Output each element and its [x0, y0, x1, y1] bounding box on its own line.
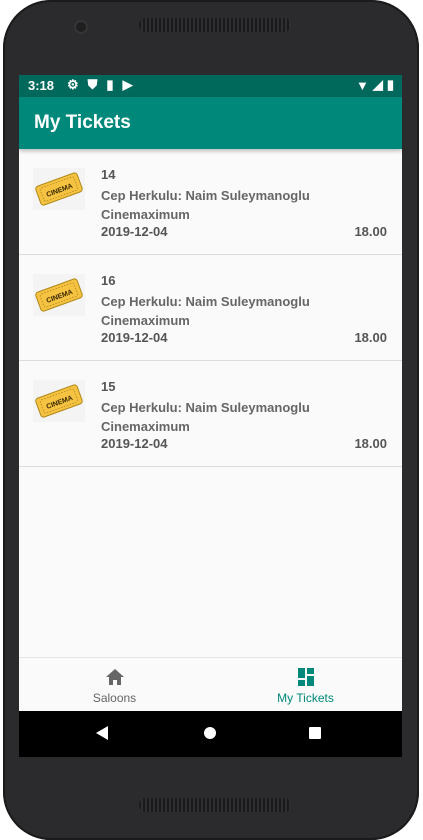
ticket-title: Cep Herkulu: Naim Suleymanoglu Cinemaxim…	[101, 400, 310, 434]
ticket-price: 18.00	[354, 224, 387, 239]
top-speaker	[139, 18, 291, 32]
front-camera	[76, 22, 86, 32]
cinema-ticket-icon: CINEMA	[33, 274, 85, 316]
status-icons-left: ⚙ ⛊ ▮ ▶	[67, 77, 133, 93]
signal-icon: ◢	[372, 77, 383, 92]
bottom-speaker	[139, 798, 291, 812]
ticket-date: 2019-12-04	[101, 224, 168, 239]
dashboard-icon	[297, 668, 314, 686]
home-button-icon[interactable]	[204, 727, 216, 739]
ticket-item[interactable]: CINEMA 14 Cep Herkulu: Naim Suleymanoglu…	[19, 149, 402, 255]
ticket-title: Cep Herkulu: Naim Suleymanoglu Cinemaxim…	[101, 188, 310, 222]
ticket-list: CINEMA 14 Cep Herkulu: Naim Suleymanoglu…	[19, 149, 402, 467]
nav-label-saloons: Saloons	[92, 691, 137, 705]
back-icon[interactable]	[96, 726, 108, 740]
home-icon	[105, 669, 124, 685]
status-bar: 3:18 ⚙ ⛊ ▮ ▶ ▼ ◢ ▮	[19, 75, 402, 97]
cinema-ticket-icon: CINEMA	[33, 380, 85, 422]
nav-label-my-tickets: My Tickets	[277, 691, 334, 705]
shield-icon: ⛊	[87, 77, 98, 92]
status-icons-right: ▼ ◢ ▮	[356, 77, 394, 93]
ticket-title: Cep Herkulu: Naim Suleymanoglu Cinemaxim…	[101, 294, 310, 328]
ticket-price: 18.00	[354, 330, 387, 345]
play-store-icon: ▶	[122, 77, 133, 92]
sd-card-icon: ▮	[106, 77, 114, 92]
wifi-icon: ▼	[355, 77, 369, 93]
system-navigation-bar	[19, 711, 402, 757]
status-time: 3:18	[28, 78, 55, 93]
recent-apps-icon[interactable]	[309, 727, 321, 739]
settings-icon: ⚙	[67, 77, 79, 92]
ticket-id: 16	[101, 273, 116, 288]
nav-item-my-tickets[interactable]: My Tickets	[210, 658, 401, 712]
ticket-id: 14	[101, 167, 116, 182]
ticket-date: 2019-12-04	[101, 330, 168, 345]
nav-item-saloons[interactable]: Saloons	[19, 658, 210, 712]
cinema-ticket-icon: CINEMA	[33, 168, 85, 210]
ticket-date: 2019-12-04	[101, 436, 168, 451]
screen: 3:18 ⚙ ⛊ ▮ ▶ ▼ ◢ ▮ My Tickets CINEMA 14 …	[19, 75, 402, 757]
page-title: My Tickets	[34, 112, 131, 133]
app-bar: My Tickets	[19, 97, 402, 149]
ticket-id: 15	[101, 379, 116, 394]
ticket-price: 18.00	[354, 436, 387, 451]
bottom-navigation: Saloons My Tickets	[19, 657, 402, 712]
battery-icon: ▮	[386, 77, 394, 92]
ticket-item[interactable]: CINEMA 15 Cep Herkulu: Naim Suleymanoglu…	[19, 361, 402, 467]
ticket-item[interactable]: CINEMA 16 Cep Herkulu: Naim Suleymanoglu…	[19, 255, 402, 361]
